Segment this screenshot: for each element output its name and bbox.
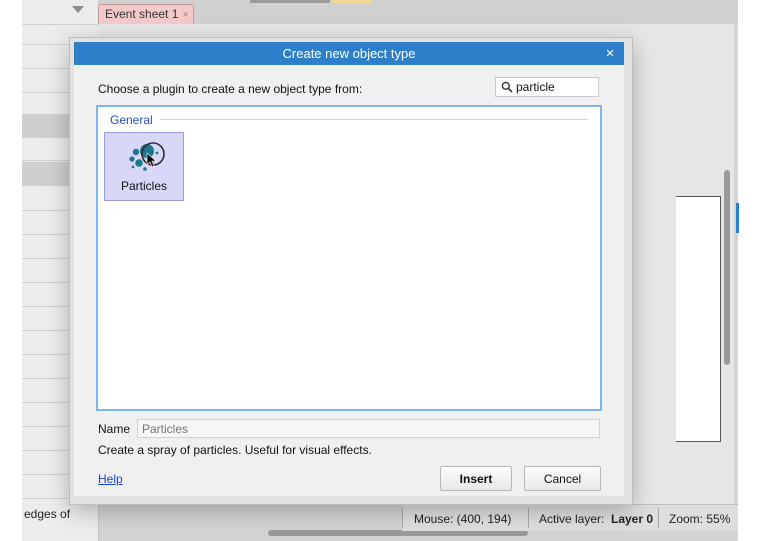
status-mouse: Mouse: (400, 194) bbox=[414, 512, 512, 526]
panel-divider bbox=[22, 24, 98, 25]
toolbar-indicator bbox=[332, 0, 372, 3]
collapse-arrow-icon[interactable] bbox=[72, 6, 84, 13]
status-active-layer-value: Layer 0 bbox=[611, 512, 654, 526]
plugin-prompt: Choose a plugin to create a new object t… bbox=[98, 82, 363, 96]
layout-frame bbox=[676, 196, 721, 442]
group-label-general: General bbox=[110, 113, 153, 127]
plugin-label: Particles bbox=[120, 179, 167, 193]
status-zoom: Zoom: 55% bbox=[669, 512, 731, 526]
tab-close-icon[interactable]: × bbox=[182, 9, 188, 21]
close-icon[interactable]: × bbox=[602, 42, 618, 65]
create-object-dialog: Create new object type × Choose a plugin… bbox=[70, 38, 632, 504]
status-separator bbox=[528, 508, 529, 528]
dialog-title-bar: Create new object type × bbox=[74, 42, 624, 65]
edge-accent bbox=[736, 203, 739, 233]
dialog-body: Choose a plugin to create a new object t… bbox=[74, 65, 624, 496]
tab-strip: Event sheet 1 × bbox=[98, 0, 740, 24]
left-panel-text: edges of bbox=[24, 507, 71, 521]
name-label: Name bbox=[98, 422, 131, 436]
tab-event-sheet-1[interactable]: Event sheet 1 × bbox=[98, 4, 194, 24]
particles-icon bbox=[129, 142, 165, 171]
search-icon bbox=[501, 81, 513, 93]
search-input[interactable] bbox=[516, 79, 596, 95]
plugin-list[interactable]: General Particles bbox=[96, 105, 602, 411]
status-separator bbox=[402, 508, 403, 528]
dialog-title: Create new object type bbox=[282, 46, 416, 61]
plugin-tile-particles[interactable]: Particles bbox=[104, 132, 184, 201]
status-active-layer-label: Active layer: bbox=[539, 512, 605, 526]
group-divider bbox=[160, 119, 588, 120]
name-field[interactable] bbox=[137, 419, 600, 438]
tab-label: Event sheet 1 bbox=[105, 7, 179, 21]
status-separator bbox=[658, 508, 659, 528]
status-bar: Mouse: (400, 194) Active layer: Layer 0 … bbox=[402, 504, 740, 531]
vertical-scrollbar[interactable] bbox=[724, 170, 730, 365]
cancel-button[interactable]: Cancel bbox=[524, 466, 601, 491]
plugin-description: Create a spray of particles. Useful for … bbox=[98, 443, 372, 457]
screen-edge bbox=[738, 0, 763, 541]
help-link[interactable]: Help bbox=[98, 472, 123, 486]
search-box[interactable] bbox=[495, 77, 599, 97]
toolbar-indicator bbox=[250, 0, 330, 3]
insert-button[interactable]: Insert bbox=[440, 466, 512, 491]
